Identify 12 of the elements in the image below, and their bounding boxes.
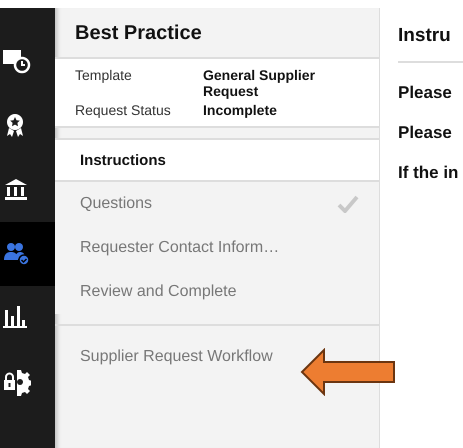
detail-value: General Supplier Request — [203, 67, 316, 99]
workflow-link[interactable]: Supplier Request Workflow — [55, 326, 298, 388]
step-item[interactable]: Instructions — [55, 140, 379, 182]
calendar-clock-icon — [3, 48, 31, 76]
content-title: Instru — [398, 8, 463, 63]
instruction-text: If the in — [398, 163, 460, 183]
detail-value: Incomplete — [203, 102, 278, 118]
instruction-text: Please — [398, 83, 453, 103]
detail-label: Template — [75, 67, 133, 85]
detail-label: Request Status — [75, 102, 172, 118]
lock-gear-icon — [3, 368, 31, 396]
instruction-text: Please — [398, 123, 453, 143]
